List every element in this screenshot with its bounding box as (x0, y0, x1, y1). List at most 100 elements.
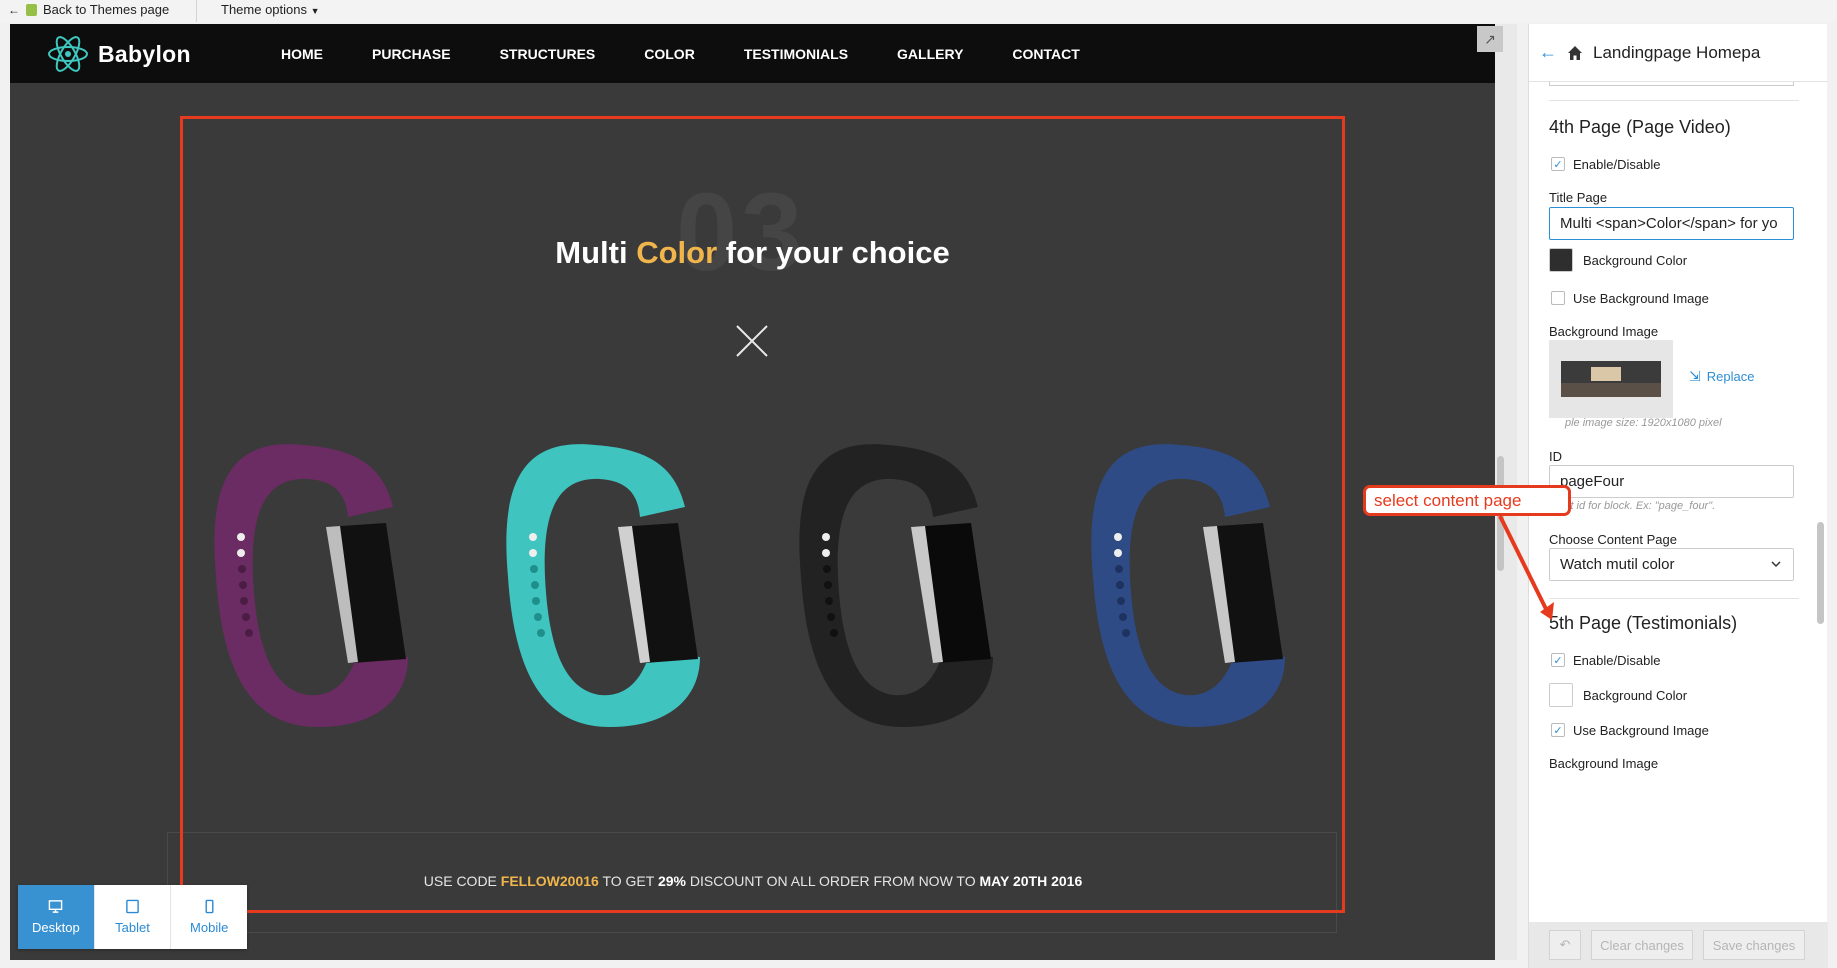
page5-bg-color-label: Background Color (1583, 688, 1688, 703)
page4-use-bg-image-label: Use Background Image (1573, 291, 1709, 306)
menu-item-structures[interactable]: STRUCTURES (500, 46, 596, 62)
promo-banner: USE CODE FELLOW20016 TO GET 29% DISCOUNT… (167, 832, 1337, 933)
device-tablet-button[interactable]: Tablet (95, 885, 172, 949)
site-logo[interactable]: Babylon (46, 32, 191, 76)
promo-mid: TO GET (598, 873, 658, 889)
device-desktop-label: Desktop (31, 920, 80, 935)
promo-date: MAY 20TH 2016 (979, 873, 1083, 889)
headline-highlight: Color (636, 235, 718, 270)
page5-use-bg-image-checkbox[interactable]: ✓ (1551, 723, 1565, 737)
back-to-themes-label: Back to Themes page (43, 2, 170, 17)
id-label: ID (1549, 449, 1562, 464)
undo-button[interactable]: ↶ (1549, 930, 1581, 960)
page4-enable-label: Enable/Disable (1573, 157, 1661, 172)
menu-item-testimonials[interactable]: TESTIMONIALS (744, 46, 848, 62)
page5-bg-image-label: Background Image (1549, 756, 1659, 771)
headline-text-1: Multi (555, 235, 637, 270)
video-thumbnail-image (1561, 361, 1661, 397)
replace-image-button[interactable]: ⇲ Replace (1689, 368, 1754, 385)
menu-item-gallery[interactable]: GALLERY (897, 46, 963, 62)
title-page-label: Title Page (1549, 190, 1608, 205)
id-hint: Input id for block. Ex: "page_four". (1549, 500, 1716, 512)
promo-text: USE CODE FELLOW20016 TO GET 29% DISCOUNT… (168, 873, 1338, 889)
theme-options-label: Theme options (221, 2, 307, 17)
previous-input-edge (1549, 82, 1794, 86)
promo-percent: 29% (657, 873, 686, 889)
id-input[interactable]: pageFour (1549, 465, 1794, 498)
menu-item-home[interactable]: HOME (281, 46, 323, 62)
main-menu: HOME PURCHASE STRUCTURES COLOR TESTIMONI… (281, 24, 1129, 83)
fitness-band-blue (1091, 444, 1285, 727)
page4-enable-checkbox[interactable]: ✓ (1551, 157, 1565, 171)
home-icon (1568, 45, 1582, 60)
theme-options-dropdown[interactable]: Theme options ▼ (221, 2, 320, 17)
collapse-sidebar-button[interactable]: ↗ (1477, 26, 1503, 52)
panel-title: Landingpage Homepa (1593, 42, 1761, 62)
back-arrow-icon[interactable]: ← (1539, 42, 1557, 63)
fitness-band-purple (214, 444, 408, 727)
title-page-input[interactable]: Multi <span>Color</span> for yo (1549, 207, 1794, 240)
device-mobile-button[interactable]: Mobile (171, 885, 247, 949)
device-mobile-label: Mobile (190, 920, 229, 935)
page5-bg-color-swatch[interactable] (1549, 683, 1573, 707)
site-navbar: Babylon HOME PURCHASE STRUCTURES COLOR T… (10, 24, 1495, 83)
page5-enable-checkbox[interactable]: ✓ (1551, 653, 1565, 667)
section-number: 03 (676, 171, 807, 294)
replace-icon: ⇲ (1689, 368, 1701, 384)
settings-panel: ← Landingpage Homepa 4th Page (Page Vide… (1528, 24, 1828, 968)
promo-code: FELLOW20016 (500, 873, 599, 889)
clear-changes-button[interactable]: Clear changes (1591, 930, 1693, 960)
panel-scrollbar[interactable] (1817, 522, 1824, 624)
arrow-diagonal-icon: ↗ (1484, 30, 1496, 47)
desktop-icon (49, 900, 63, 913)
divider (196, 0, 197, 22)
choose-content-select[interactable]: Watch mutil color (1549, 548, 1794, 581)
panel-footer: ↶ Clear changes Save changes (1529, 922, 1828, 968)
back-to-themes-link[interactable]: ← Back to Themes page (8, 2, 169, 17)
device-switcher: Desktop Tablet Mobile (18, 885, 247, 949)
annotation-callout: select content page (1363, 485, 1571, 516)
promo-prefix: USE CODE (423, 873, 501, 889)
fitness-band-teal (506, 444, 700, 727)
site-preview: Babylon HOME PURCHASE STRUCTURES COLOR T… (10, 24, 1495, 960)
atom-icon (48, 36, 88, 72)
page4-bg-color-swatch[interactable] (1549, 248, 1573, 272)
page4-use-bg-image-checkbox[interactable] (1551, 291, 1565, 305)
mobile-icon (205, 899, 214, 914)
chevron-down-icon (1771, 561, 1781, 568)
page4-heading: 4th Page (Page Video) (1549, 117, 1731, 137)
checkmark-icon: ✓ (1553, 158, 1563, 171)
checkmark-icon: ✓ (1553, 654, 1563, 667)
annotation-arrow (1498, 515, 1554, 620)
choose-content-label: Choose Content Page (1549, 532, 1677, 547)
arrow-left-icon: ← (8, 2, 20, 17)
divider (1549, 598, 1799, 599)
logo-text: Babylon (98, 40, 191, 67)
color-section: 03 Multi Color for your choice USE CODE … (10, 83, 1495, 960)
promo-mid2: DISCOUNT ON ALL ORDER FROM NOW TO (685, 873, 980, 889)
page5-heading: 5th Page (Testimonials) (1549, 613, 1738, 633)
fitness-band-black (799, 444, 993, 727)
caret-down-icon: ▼ (310, 6, 320, 16)
device-tablet-label: Tablet (115, 920, 150, 935)
device-desktop-button[interactable]: Desktop (18, 885, 95, 949)
headline-text-2: for your choice (717, 235, 950, 270)
undo-icon: ↶ (1559, 937, 1571, 952)
page5-use-bg-image-label: Use Background Image (1573, 723, 1709, 738)
page4-bg-image-label: Background Image (1549, 324, 1659, 339)
replace-label: Replace (1706, 369, 1755, 384)
section-headline: Multi Color for your choice (10, 235, 1495, 271)
choose-content-value: Watch mutil color (1560, 556, 1675, 573)
menu-item-color[interactable]: COLOR (644, 46, 695, 62)
save-changes-button[interactable]: Save changes (1703, 930, 1805, 960)
page4-bg-color-label: Background Color (1583, 253, 1688, 268)
checkmark-icon: ✓ (1553, 724, 1563, 737)
divider (1549, 100, 1799, 101)
menu-item-purchase[interactable]: PURCHASE (372, 46, 451, 62)
admin-top-bar: ← Back to Themes page Theme options ▼ (0, 0, 1837, 22)
bg-image-thumbnail[interactable] (1549, 340, 1673, 418)
tablet-icon (126, 899, 139, 914)
page5-enable-label: Enable/Disable (1573, 653, 1661, 668)
image-size-hint: ple image size: 1920x1080 pixel (1565, 417, 1722, 429)
menu-item-contact[interactable]: CONTACT (1012, 46, 1079, 62)
